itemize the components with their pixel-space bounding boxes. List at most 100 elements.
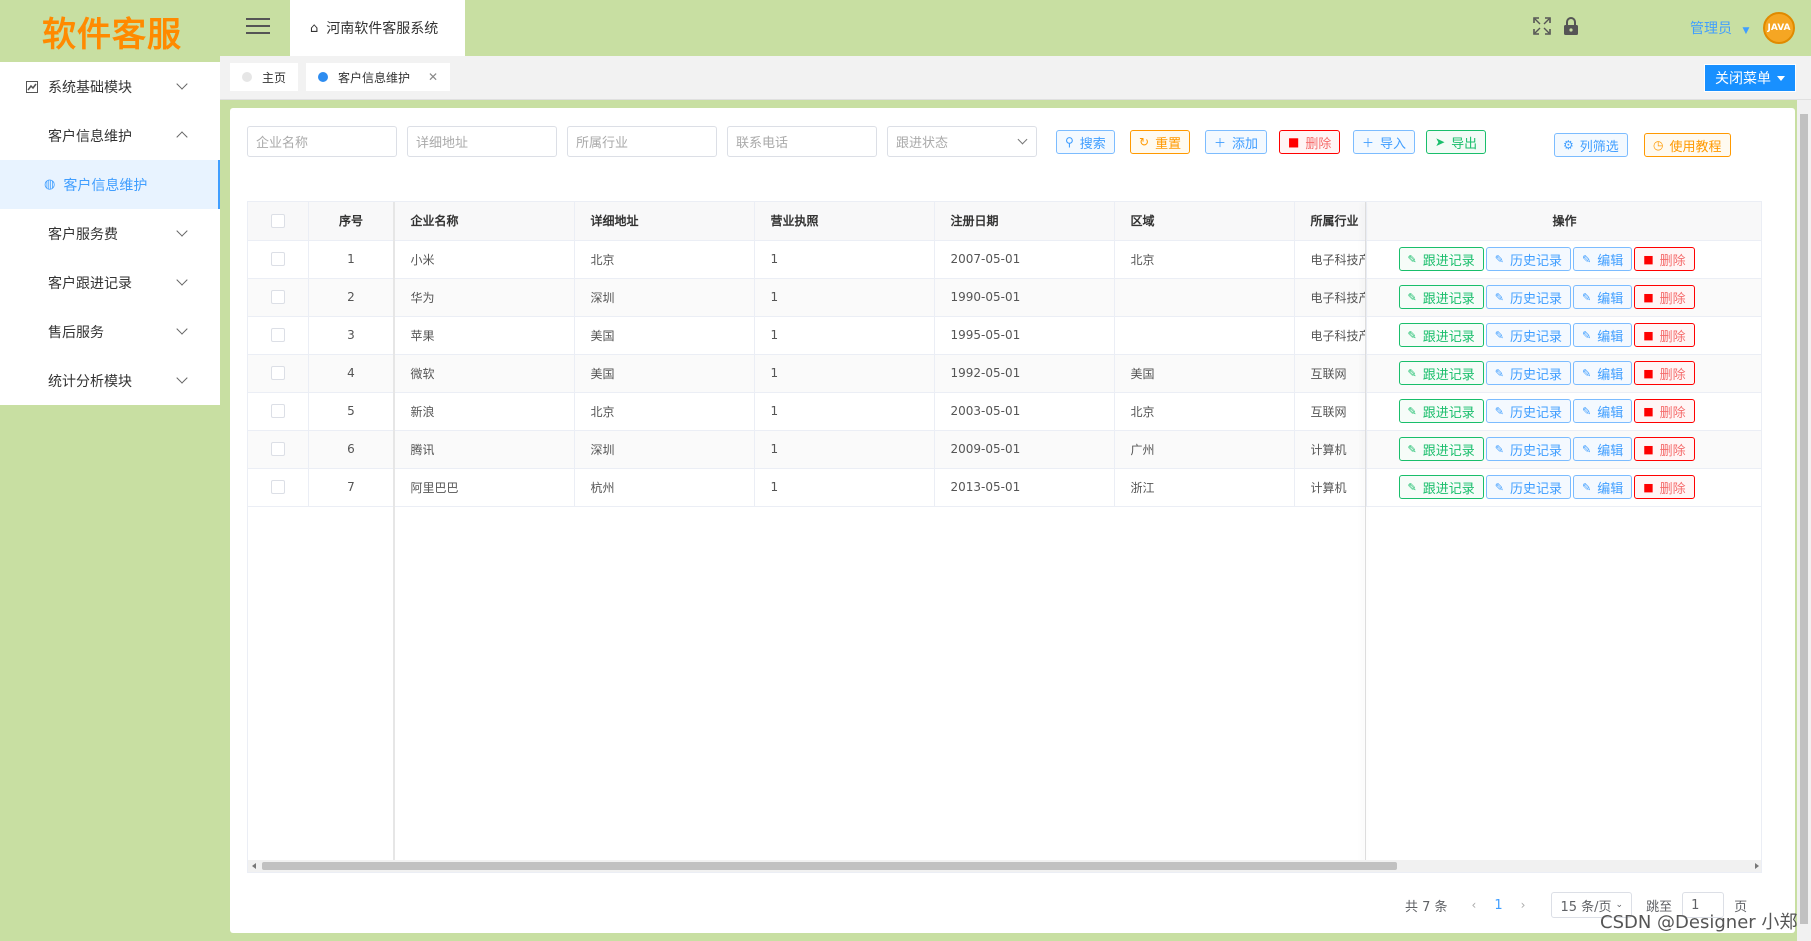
sidebar-item-customer-info[interactable]: 客户信息维护 bbox=[0, 111, 220, 160]
checkbox[interactable] bbox=[270, 366, 285, 381]
follow-up-button[interactable]: ✎ 跟进记录 bbox=[1398, 475, 1484, 499]
row-delete-button[interactable]: ■ 删除 bbox=[1634, 399, 1695, 423]
row-delete-button[interactable]: ■ 删除 bbox=[1634, 247, 1695, 271]
row-delete-button[interactable]: ■ 删除 bbox=[1634, 437, 1695, 461]
sidebar-subitem-customer-info[interactable]: ◍ 客户信息维护 bbox=[0, 160, 220, 209]
lock-icon[interactable] bbox=[1562, 16, 1580, 41]
edit-button[interactable]: ✎ 编辑 bbox=[1572, 399, 1633, 423]
close-icon[interactable]: ✕ bbox=[428, 70, 438, 84]
checkbox[interactable] bbox=[270, 214, 285, 228]
edit-button[interactable]: ✎ 编辑 bbox=[1572, 437, 1633, 461]
follow-status-select[interactable]: 跟进状态 bbox=[887, 126, 1037, 157]
follow-up-button[interactable]: ✎ 跟进记录 bbox=[1398, 399, 1484, 423]
table-row[interactable]: 7 阿里巴巴 杭州 1 2013-05-01 浙江 计算机 ✎ 跟进记录 ✎ 历史记录 ✎ 编辑 ■ 删除 bbox=[248, 468, 1761, 507]
tab-customer-info[interactable]: 客户信息维护 ✕ bbox=[306, 63, 451, 91]
table-row[interactable]: 2 华为 深圳 1 1990-05-01 电子科技产 ✎ 跟进记录 ✎ 历史记录 ✎ 编辑 ■ 删除 bbox=[248, 278, 1761, 317]
history-button[interactable]: ✎ 历史记录 bbox=[1485, 399, 1571, 423]
column-filter-button[interactable]: ⚙ 列筛选 bbox=[1554, 133, 1628, 157]
tab-home[interactable]: 主页 bbox=[230, 63, 299, 91]
row-checkbox-cell[interactable] bbox=[248, 316, 309, 355]
avatar[interactable]: JAVA bbox=[1763, 12, 1795, 44]
follow-up-button[interactable]: ✎ 跟进记录 bbox=[1398, 323, 1484, 347]
row-checkbox-cell[interactable] bbox=[248, 278, 309, 317]
fullscreen-icon[interactable] bbox=[1532, 16, 1552, 41]
grid-icon bbox=[26, 375, 38, 387]
export-button[interactable]: ➤ 导出 bbox=[1426, 130, 1487, 154]
follow-up-button[interactable]: ✎ 跟进记录 bbox=[1398, 285, 1484, 309]
column-header[interactable]: 注册日期 bbox=[934, 202, 1115, 241]
follow-up-button[interactable]: ✎ 跟进记录 bbox=[1398, 437, 1484, 461]
checkbox[interactable] bbox=[270, 480, 285, 495]
column-header[interactable]: 详细地址 bbox=[574, 202, 755, 241]
sidebar-item-statistics[interactable]: 统计分析模块 bbox=[0, 356, 220, 405]
column-header[interactable]: 企业名称 bbox=[394, 202, 575, 241]
company-name-input[interactable]: 企业名称 bbox=[247, 126, 397, 157]
scroll-left-icon[interactable] bbox=[252, 863, 256, 869]
horizontal-scrollbar[interactable] bbox=[248, 860, 1761, 872]
row-checkbox-cell[interactable] bbox=[248, 468, 309, 507]
sidebar-item-follow-up[interactable]: 客户跟进记录 bbox=[0, 258, 220, 307]
row-delete-button[interactable]: ■ 删除 bbox=[1634, 475, 1695, 499]
table-row[interactable]: 1 小米 北京 1 2007-05-01 北京 电子科技产 ✎ 跟进记录 ✎ 历史记录 ✎ 编辑 ■ 删除 bbox=[248, 240, 1761, 279]
table-cell: 计算机 bbox=[1294, 468, 1367, 507]
next-page-icon[interactable]: › bbox=[1521, 898, 1526, 912]
row-delete-button[interactable]: ■ 删除 bbox=[1634, 361, 1695, 385]
history-button[interactable]: ✎ 历史记录 bbox=[1485, 437, 1571, 461]
edit-button[interactable]: ✎ 编辑 bbox=[1572, 361, 1633, 385]
table-row[interactable]: 5 新浪 北京 1 2003-05-01 北京 互联网 ✎ 跟进记录 ✎ 历史记录 ✎ 编辑 ■ 删除 bbox=[248, 392, 1761, 431]
column-header[interactable]: 所属行业 bbox=[1294, 202, 1367, 241]
hamburger-menu-icon[interactable] bbox=[246, 18, 270, 36]
row-checkbox-cell[interactable] bbox=[248, 354, 309, 393]
industry-input[interactable]: 所属行业 bbox=[567, 126, 717, 157]
scroll-thumb[interactable] bbox=[262, 862, 1397, 870]
history-button[interactable]: ✎ 历史记录 bbox=[1485, 361, 1571, 385]
checkbox[interactable] bbox=[270, 404, 285, 419]
table-row[interactable]: 3 苹果 美国 1 1995-05-01 电子科技产 ✎ 跟进记录 ✎ 历史记录 ✎ 编辑 ■ 删除 bbox=[248, 316, 1761, 355]
edit-button[interactable]: ✎ 编辑 bbox=[1572, 247, 1633, 271]
follow-up-button[interactable]: ✎ 跟进记录 bbox=[1398, 361, 1484, 385]
row-delete-button[interactable]: ■ 删除 bbox=[1634, 323, 1695, 347]
scroll-thumb[interactable] bbox=[1800, 114, 1808, 924]
prev-page-icon[interactable]: ‹ bbox=[1472, 898, 1477, 912]
phone-input[interactable]: 联系电话 bbox=[727, 126, 877, 157]
column-header[interactable]: 营业执照 bbox=[754, 202, 935, 241]
search-button[interactable]: ⚲ 搜索 bbox=[1056, 130, 1115, 154]
checkbox[interactable] bbox=[270, 442, 285, 457]
import-button[interactable]: ＋ 导入 bbox=[1353, 130, 1416, 154]
history-button[interactable]: ✎ 历史记录 bbox=[1485, 475, 1571, 499]
delete-button[interactable]: ■ 删除 bbox=[1279, 130, 1341, 154]
add-button[interactable]: ＋ 添加 bbox=[1205, 130, 1268, 154]
row-checkbox-cell[interactable] bbox=[248, 240, 309, 279]
header-tab[interactable]: ⌂ 河南软件客服系统 bbox=[290, 0, 465, 56]
close-menu-button[interactable]: 关闭菜单 bbox=[1704, 64, 1796, 92]
scroll-right-icon[interactable] bbox=[1755, 863, 1759, 869]
column-header[interactable]: 序号 bbox=[308, 202, 395, 241]
checkbox[interactable] bbox=[270, 328, 285, 343]
reset-button[interactable]: ↻ 重置 bbox=[1130, 130, 1191, 154]
vertical-scrollbar[interactable] bbox=[1797, 100, 1811, 941]
sidebar-item-label: 售后服务 bbox=[48, 324, 104, 341]
address-input[interactable]: 详细地址 bbox=[407, 126, 557, 157]
follow-up-button[interactable]: ✎ 跟进记录 bbox=[1398, 247, 1484, 271]
column-header[interactable]: 区域 bbox=[1114, 202, 1295, 241]
table-row[interactable]: 4 微软 美国 1 1992-05-01 美国 互联网 ✎ 跟进记录 ✎ 历史记录 ✎ 编辑 ■ 删除 bbox=[248, 354, 1761, 393]
history-button[interactable]: ✎ 历史记录 bbox=[1485, 247, 1571, 271]
sidebar-item-system[interactable]: 系统基础模块 bbox=[0, 62, 220, 111]
row-checkbox-cell[interactable] bbox=[248, 430, 309, 469]
checkbox[interactable] bbox=[270, 252, 285, 267]
row-delete-button[interactable]: ■ 删除 bbox=[1634, 285, 1695, 309]
edit-button[interactable]: ✎ 编辑 bbox=[1572, 475, 1633, 499]
history-button[interactable]: ✎ 历史记录 bbox=[1485, 323, 1571, 347]
history-button[interactable]: ✎ 历史记录 bbox=[1485, 285, 1571, 309]
row-checkbox-cell[interactable] bbox=[248, 392, 309, 431]
edit-button[interactable]: ✎ 编辑 bbox=[1572, 285, 1633, 309]
select-all-checkbox[interactable] bbox=[248, 202, 309, 241]
table-row[interactable]: 6 腾讯 深圳 1 2009-05-01 广州 计算机 ✎ 跟进记录 ✎ 历史记录 ✎ 编辑 ■ 删除 bbox=[248, 430, 1761, 469]
sidebar-item-after-sales[interactable]: 售后服务 bbox=[0, 307, 220, 356]
sidebar-item-service-fee[interactable]: 客户服务费 bbox=[0, 209, 220, 258]
checkbox[interactable] bbox=[270, 290, 285, 305]
admin-dropdown[interactable]: 管理员 ▼ bbox=[1690, 18, 1749, 38]
tutorial-button[interactable]: ◷ 使用教程 bbox=[1644, 133, 1731, 157]
edit-button[interactable]: ✎ 编辑 bbox=[1572, 323, 1633, 347]
page-number-current[interactable]: 1 bbox=[1494, 898, 1502, 913]
